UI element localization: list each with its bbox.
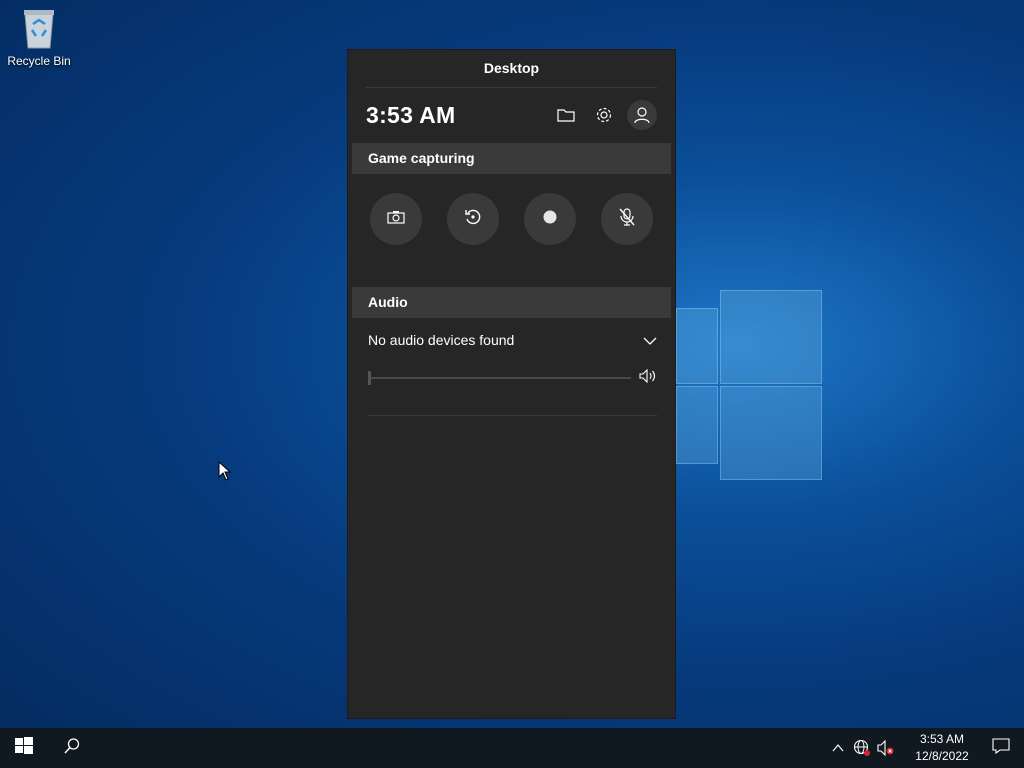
chevron-down-icon bbox=[643, 332, 657, 348]
search-icon bbox=[63, 737, 81, 760]
volume-muted-icon[interactable] bbox=[874, 728, 898, 768]
start-recording-button[interactable] bbox=[524, 193, 576, 245]
chevron-up-icon[interactable] bbox=[826, 728, 850, 768]
mic-off-icon bbox=[619, 207, 635, 231]
recycle-bin-icon bbox=[19, 6, 59, 50]
notification-button[interactable] bbox=[978, 728, 1024, 768]
record-last-icon bbox=[464, 208, 482, 231]
audio-header: Audio bbox=[352, 287, 671, 318]
clock-date: 12/8/2022 bbox=[915, 749, 969, 763]
audio-device-label: No audio devices found bbox=[368, 332, 515, 348]
divider bbox=[368, 415, 657, 416]
recycle-bin-shortcut[interactable]: Recycle Bin bbox=[6, 6, 72, 68]
screenshot-button[interactable] bbox=[370, 193, 422, 245]
gear-icon[interactable] bbox=[589, 100, 619, 130]
panel-title: Desktop bbox=[483, 60, 540, 76]
panel-clock: 3:53 AM bbox=[366, 102, 456, 128]
windows-icon bbox=[14, 736, 34, 761]
record-icon bbox=[543, 210, 557, 229]
folder-icon[interactable] bbox=[551, 100, 581, 130]
game-bar-panel: Desktop 3:53 AM Game capturing Audio No … bbox=[348, 50, 675, 718]
windows-logo-wallpaper bbox=[676, 290, 822, 480]
clock-time: 3:53 AM bbox=[919, 732, 965, 746]
taskbar: 3:53 AM 12/8/2022 bbox=[0, 728, 1024, 768]
search-button[interactable] bbox=[48, 728, 96, 768]
camera-icon bbox=[387, 210, 405, 229]
audio-device-dropdown[interactable]: No audio devices found bbox=[368, 328, 657, 352]
speaker-icon[interactable] bbox=[639, 368, 657, 388]
recycle-bin-label: Recycle Bin bbox=[7, 54, 71, 68]
volume-slider-thumb[interactable] bbox=[368, 371, 371, 385]
start-button[interactable] bbox=[0, 728, 48, 768]
taskbar-clock[interactable]: 3:53 AM 12/8/2022 bbox=[906, 731, 978, 765]
divider bbox=[366, 87, 657, 88]
record-last-button[interactable] bbox=[447, 193, 499, 245]
account-icon[interactable] bbox=[627, 100, 657, 130]
notification-icon bbox=[992, 737, 1010, 759]
volume-slider[interactable] bbox=[368, 371, 631, 385]
network-globe-icon[interactable] bbox=[850, 728, 874, 768]
microphone-toggle-button[interactable] bbox=[601, 193, 653, 245]
mouse-cursor-icon bbox=[218, 460, 232, 486]
game-capturing-header: Game capturing bbox=[352, 143, 671, 174]
